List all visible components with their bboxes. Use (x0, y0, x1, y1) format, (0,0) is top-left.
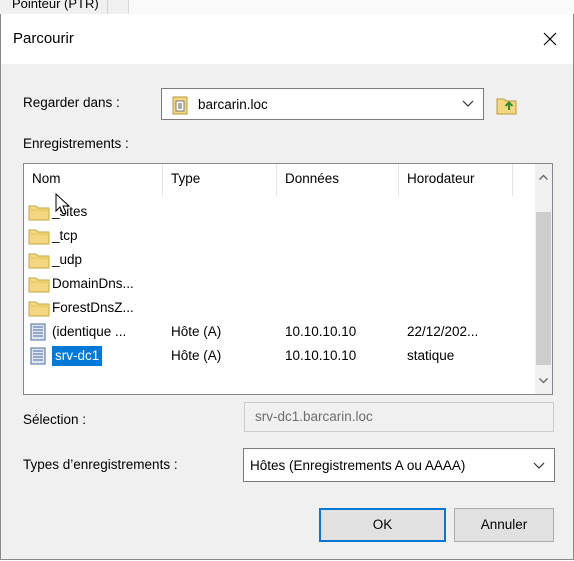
list-item[interactable]: (identique ... Hôte (A) 10.10.10.10 22/12/2… (24, 320, 536, 344)
record-timestamp (407, 272, 517, 296)
folder-icon (28, 227, 50, 245)
record-icon (28, 347, 50, 365)
list-item[interactable]: _tcp (24, 224, 536, 248)
record-type (171, 296, 281, 320)
record-type: Hôte (A) (171, 324, 222, 339)
up-level-button[interactable] (489, 88, 525, 122)
record-type (171, 224, 281, 248)
record-data (285, 224, 395, 248)
record-timestamp (407, 200, 517, 224)
close-button[interactable] (527, 14, 573, 64)
ok-button[interactable]: OK (319, 508, 446, 542)
record-icon (28, 323, 50, 341)
record-name-cell: _tcp (28, 224, 164, 248)
scroll-down-icon[interactable] (538, 375, 549, 386)
folder-icon (28, 203, 50, 221)
chevron-down-icon (533, 462, 545, 469)
list-header: Nom Type Données Horodateur (24, 164, 536, 196)
record-name: (identique ... (52, 324, 127, 339)
list-item[interactable]: _udp (24, 248, 536, 272)
record-data (285, 200, 395, 224)
browse-dialog: Parcourir Regarder dans : barcarin.loc E… (0, 14, 574, 560)
folder-icon (28, 275, 50, 293)
record-timestamp (407, 224, 517, 248)
zone-icon (172, 96, 188, 115)
look-in-combo[interactable]: barcarin.loc (161, 88, 484, 120)
scroll-up-icon[interactable] (538, 172, 549, 183)
background-window: Pointeur (PTR) (0, 0, 574, 15)
list-item[interactable]: ForestDnsZ... (24, 296, 536, 320)
record-name: _udp (52, 252, 83, 267)
record-name-cell: ForestDnsZ... (28, 296, 164, 320)
look-in-value: barcarin.loc (198, 97, 268, 112)
selection-label: Sélection : (23, 412, 87, 427)
scrollbar-thumb[interactable] (536, 212, 551, 365)
record-data: 10.10.10.10 (285, 324, 357, 339)
records-list[interactable]: Nom Type Données Horodateur _sites _tcp _u… (23, 163, 553, 395)
record-timestamp (407, 296, 517, 320)
record-type (171, 272, 281, 296)
list-item[interactable]: _sites (24, 200, 536, 224)
cancel-button[interactable]: Annuler (454, 508, 554, 542)
record-data: 10.10.10.10 (285, 348, 357, 363)
list-item[interactable]: srv-dc1 Hôte (A) 10.10.10.10 statique (24, 344, 536, 368)
background-tab[interactable]: Pointeur (PTR) (6, 0, 108, 14)
record-timestamp: statique (407, 348, 455, 363)
record-name-cell: DomainDns... (28, 272, 164, 296)
list-item[interactable]: DomainDns... (24, 272, 536, 296)
mouse-cursor-icon (55, 193, 71, 215)
record-types-combo[interactable]: Hôtes (Enregistrements A ou AAAA) (243, 448, 555, 482)
close-icon (543, 32, 557, 46)
selection-field: srv-dc1.barcarin.loc (244, 402, 554, 432)
record-types-value: Hôtes (Enregistrements A ou AAAA) (250, 458, 466, 473)
record-name: srv-dc1 (52, 346, 103, 366)
dialog-title: Parcourir (13, 30, 74, 47)
column-header-data[interactable]: Données (277, 164, 399, 196)
column-header-type[interactable]: Type (163, 164, 277, 196)
record-name-cell: (identique ... (28, 320, 164, 344)
record-name-cell: srv-dc1 (28, 344, 164, 368)
vertical-scrollbar[interactable] (535, 164, 552, 394)
record-type (171, 200, 281, 224)
record-timestamp (407, 248, 517, 272)
title-bar: Parcourir (1, 14, 573, 64)
column-header-name[interactable]: Nom (24, 164, 163, 196)
record-name: DomainDns... (52, 276, 134, 291)
folder-icon (28, 299, 50, 317)
column-header-timestamp[interactable]: Horodateur (399, 164, 513, 196)
record-type (171, 248, 281, 272)
record-name-cell: _udp (28, 248, 164, 272)
record-data (285, 296, 395, 320)
chevron-down-icon (462, 100, 474, 107)
records-label: Enregistrements : (23, 136, 129, 151)
record-name: ForestDnsZ... (52, 300, 134, 315)
record-timestamp: 22/12/202... (407, 324, 479, 339)
record-name: _tcp (52, 228, 78, 243)
folder-up-icon (496, 98, 517, 115)
record-data (285, 248, 395, 272)
background-panel (128, 0, 574, 14)
record-name-cell: _sites (28, 200, 164, 224)
folder-icon (28, 251, 50, 269)
record-type: Hôte (A) (171, 348, 222, 363)
record-data (285, 272, 395, 296)
look-in-label: Regarder dans : (23, 95, 120, 110)
record-types-label: Types d’enregistrements : (23, 457, 178, 472)
